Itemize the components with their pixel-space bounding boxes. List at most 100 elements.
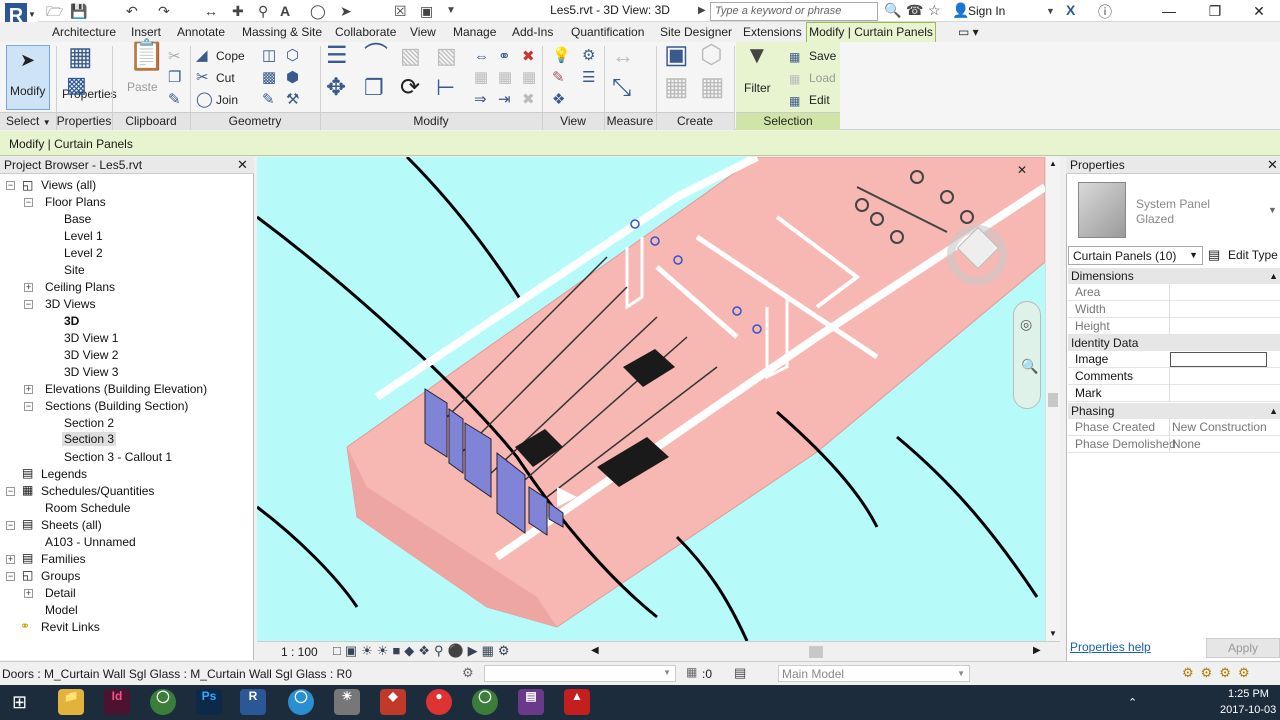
properties-icon[interactable]: ▩ xyxy=(66,74,87,96)
filter-icon[interactable]: ▼ xyxy=(745,44,769,68)
expand-icon[interactable]: + xyxy=(24,283,33,292)
hammer-icon[interactable]: ⚒ xyxy=(286,92,299,108)
move-icon[interactable]: ✥ xyxy=(326,76,346,100)
tree-item-sheets[interactable]: Sheets (all) xyxy=(41,518,102,532)
search-icon[interactable]: 🔍 xyxy=(884,2,901,19)
extend-icon[interactable]: ⇥ xyxy=(498,92,511,108)
design-option-select[interactable]: Main Model ▼ xyxy=(778,665,970,682)
cope-icon[interactable]: ◢ xyxy=(196,48,208,64)
app-icon[interactable]: ☀ xyxy=(334,689,360,715)
tree-item-room-schedule[interactable]: Room Schedule xyxy=(45,501,130,515)
view-control-icons[interactable]: □▣☀☀■◆❖⚲⚫▶▦⚙ xyxy=(333,643,514,659)
save-icon[interactable]: 💾 xyxy=(70,2,87,20)
restore-button[interactable]: ❐ xyxy=(1192,0,1238,22)
tree-item-3d-view-2[interactable]: 3D View 2 xyxy=(64,348,118,362)
3d-view-icon[interactable]: ◯ xyxy=(310,2,326,20)
horizontal-scroll-thumb[interactable] xyxy=(809,646,823,658)
tree-item-families[interactable]: Families xyxy=(41,552,86,566)
scroll-left-icon[interactable]: ◀ xyxy=(591,645,599,656)
scroll-right-icon[interactable]: ▶ xyxy=(1033,645,1041,656)
exchange-apps-icon[interactable]: X xyxy=(1066,2,1075,18)
messaging-icon[interactable]: ◯ xyxy=(288,689,314,715)
tree-item-sections[interactable]: Sections (Building Section) xyxy=(45,399,188,413)
tree-item-3d[interactable]: 3D xyxy=(64,314,79,328)
tree-item-model[interactable]: Model xyxy=(45,603,78,617)
system-tray-icon[interactable]: ⌃ xyxy=(1128,696,1137,709)
user-icon[interactable]: 👤 xyxy=(952,2,969,19)
tree-item-section-2[interactable]: Section 2 xyxy=(64,416,114,430)
expand-icon[interactable]: + xyxy=(24,385,33,394)
save-selection-icon[interactable]: ▦ xyxy=(789,49,800,65)
measure-tool-icon[interactable]: ⤡ xyxy=(612,76,631,100)
section-icon[interactable]: ➤ xyxy=(340,2,352,20)
worksets-icon[interactable]: ⚙ xyxy=(462,665,474,681)
search-input[interactable]: Type a keyword or phrase xyxy=(710,2,878,21)
expand-icon[interactable]: + xyxy=(6,555,15,564)
tree-item-base[interactable]: Base xyxy=(64,212,91,226)
tree-item-a103[interactable]: A103 - Unnamed xyxy=(45,535,136,549)
tab-manage[interactable]: Manage xyxy=(453,25,496,39)
3d-viewport[interactable]: ◎ 🔍 ✕ xyxy=(257,157,1045,641)
vertical-scrollbar[interactable]: ▲ ▼ xyxy=(1045,157,1060,641)
design-options-icon[interactable]: ▤ xyxy=(734,665,746,681)
tree-item-level-2[interactable]: Level 2 xyxy=(64,246,103,260)
wall-joins-icon[interactable]: ◫ xyxy=(262,48,276,64)
edit-type-icon[interactable]: ▤ xyxy=(1208,247,1220,263)
cut-icon[interactable]: ✂ xyxy=(196,70,209,86)
measure-icon[interactable]: ↔ xyxy=(204,2,218,20)
ribbon-toggle-icon[interactable]: ▭ ▾ xyxy=(958,25,979,39)
split-face-icon[interactable]: ⬡ xyxy=(286,48,299,64)
tree-item-3d-view-1[interactable]: 3D View 1 xyxy=(64,331,118,345)
type-properties-icon[interactable]: ▦ xyxy=(68,43,93,69)
cope-label[interactable]: Cope xyxy=(216,49,245,63)
instance-filter-select[interactable]: Curtain Panels (10) ▼ xyxy=(1068,246,1203,265)
windows-start-icon[interactable]: ⊞ xyxy=(12,692,27,713)
open-icon[interactable]: 🗁 xyxy=(46,2,63,20)
tree-item-3d-views[interactable]: 3D Views xyxy=(45,297,95,311)
scroll-down-icon[interactable]: ▼ xyxy=(1049,629,1057,638)
linework-icon[interactable]: ✎ xyxy=(262,92,275,108)
close-icon[interactable]: ✕ xyxy=(1267,157,1278,173)
tab-quantification[interactable]: Quantification xyxy=(571,25,644,39)
workset-select[interactable]: ▼ xyxy=(484,665,676,682)
hide-icon[interactable]: 💡 xyxy=(552,48,571,64)
close-hidden-icon[interactable]: ☒ xyxy=(394,2,407,20)
help-icon[interactable]: ⓘ xyxy=(1098,2,1112,22)
acrobat-icon[interactable]: ▲ xyxy=(564,689,590,715)
type-selector-dropdown-icon[interactable]: ▼ xyxy=(1268,205,1277,215)
selection-filter-icons[interactable]: ⚙⚙⚙⚙ xyxy=(1182,665,1257,681)
tree-item-section-3-callout-1[interactable]: Section 3 - Callout 1 xyxy=(64,450,172,464)
pin-icon[interactable]: ⚭ xyxy=(498,49,511,65)
close-icon[interactable]: ✕ xyxy=(237,157,248,173)
paint-brush-icon[interactable]: ✎ xyxy=(552,70,565,86)
switch-windows-icon[interactable]: ▣ xyxy=(420,2,433,20)
revit-taskbar-icon[interactable]: R xyxy=(240,689,266,715)
dimension-icon[interactable]: ✚ xyxy=(232,2,244,20)
edit-selection-label[interactable]: Edit xyxy=(809,93,830,107)
view-scale[interactable]: 1 : 100 xyxy=(281,645,318,659)
tree-item-groups[interactable]: Groups xyxy=(41,569,80,583)
scroll-up-icon[interactable]: ▲ xyxy=(1049,159,1057,168)
close-button[interactable]: ✕ xyxy=(1236,0,1280,22)
tree-item-views-all[interactable]: Views (all) xyxy=(41,178,96,192)
section-phasing[interactable]: Phasing ▲ xyxy=(1068,403,1280,419)
align-icon[interactable]: ☰ xyxy=(326,44,348,68)
tab-collaborate[interactable]: Collaborate xyxy=(335,25,396,39)
tab-view[interactable]: View xyxy=(410,25,436,39)
section-identity-data[interactable]: Identity Data xyxy=(1068,335,1280,351)
sign-in-link[interactable]: Sign In xyxy=(968,4,1005,18)
scroll-thumb[interactable] xyxy=(1048,393,1058,407)
filter-label[interactable]: Filter xyxy=(744,81,771,95)
close-view-icon[interactable]: ✕ xyxy=(1017,163,1027,177)
graphics-icon[interactable]: ❖ xyxy=(552,92,565,108)
tree-item-3d-view-3[interactable]: 3D View 3 xyxy=(64,365,118,379)
collapse-icon[interactable]: − xyxy=(24,402,33,411)
collapse-icon[interactable]: − xyxy=(6,487,15,496)
copy-clipboard-icon[interactable]: ❐ xyxy=(168,70,181,86)
tab-add-ins[interactable]: Add-Ins xyxy=(512,25,553,39)
editable-only-icon[interactable]: ▦ xyxy=(686,665,697,679)
linework-view-icon[interactable]: ☰ xyxy=(582,70,595,86)
favorites-icon[interactable]: ☆ xyxy=(928,2,941,19)
media-icon[interactable]: ▤ xyxy=(518,689,544,715)
chrome-2-icon[interactable]: ◯ xyxy=(472,689,498,715)
